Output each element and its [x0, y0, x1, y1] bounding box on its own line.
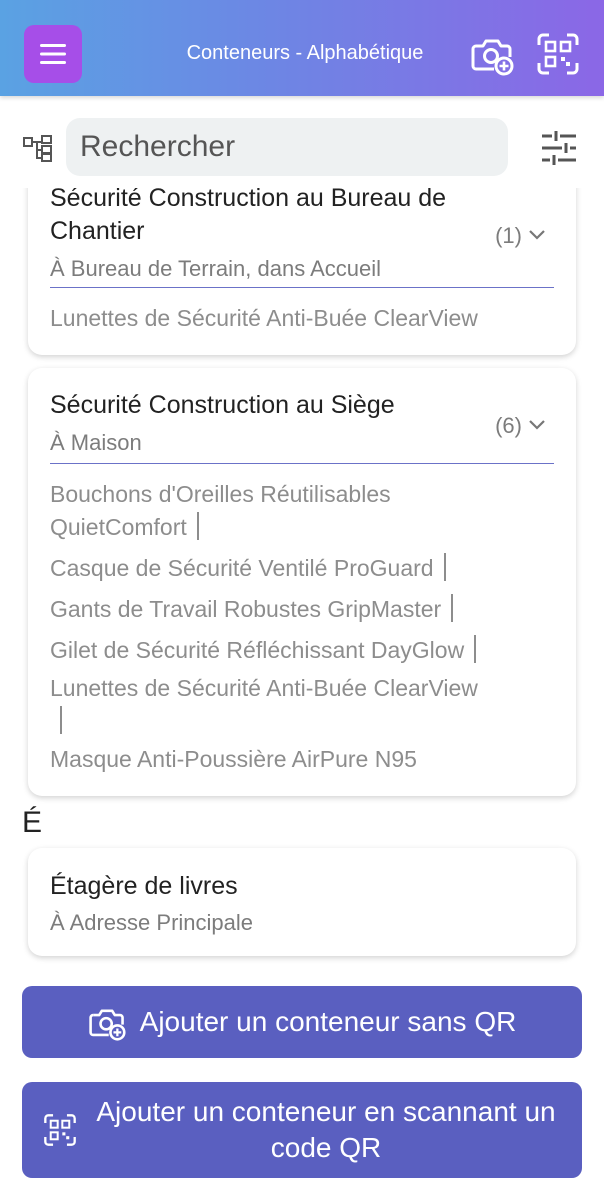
- list-item[interactable]: Lunettes de Sécurité Anti-Buée ClearView: [50, 302, 550, 335]
- item-separator: [196, 512, 199, 540]
- container-card[interactable]: Sécurité Construction au Bureau de Chant…: [28, 188, 576, 355]
- chevron-down-icon[interactable]: [528, 229, 546, 241]
- item-separator: [443, 553, 446, 581]
- list-item[interactable]: Gilet de Sécurité Réfléchissant DayGlow: [50, 634, 550, 667]
- section-header: É: [22, 806, 43, 839]
- item-separator: [474, 635, 477, 663]
- list-item[interactable]: Casque de Sécurité Ventilé ProGuard: [50, 552, 550, 585]
- app-header: Conteneurs - Alphabétique: [0, 0, 604, 96]
- container-title: Sécurité Construction au Siège: [50, 391, 395, 419]
- page-title: Conteneurs - Alphabétique: [186, 42, 424, 64]
- container-list[interactable]: Sécurité Construction au Bureau de Chant…: [0, 188, 604, 1198]
- menu-icon: [40, 44, 66, 64]
- hierarchy-icon[interactable]: [22, 134, 54, 162]
- container-location: À Adresse Principale: [50, 910, 253, 935]
- list-item[interactable]: Lunettes de Sécurité Anti-Buée ClearView: [50, 672, 546, 738]
- container-title: Sécurité Construction au Bureau de Chant…: [50, 188, 447, 245]
- list-item[interactable]: Bouchons d'Oreilles Réutilisables QuietC…: [50, 478, 470, 544]
- divider: [50, 463, 554, 464]
- container-card[interactable]: Étagère de livres À Adresse Principale: [28, 848, 576, 956]
- menu-button[interactable]: [24, 25, 82, 83]
- search-input[interactable]: [66, 118, 508, 176]
- add-container-without-qr-button[interactable]: Ajouter un conteneur sans QR: [22, 986, 582, 1058]
- filter-settings-icon[interactable]: [540, 130, 578, 166]
- qr-scan-icon: [44, 1114, 76, 1146]
- chevron-down-icon[interactable]: [528, 419, 546, 431]
- container-title: Étagère de livres: [50, 872, 238, 900]
- container-location: À Bureau de Terrain, dans Accueil: [50, 256, 382, 281]
- list-item[interactable]: Masque Anti-Poussière AirPure N95: [50, 743, 550, 776]
- add-container-with-qr-button[interactable]: Ajouter un conteneur en scannant un code…: [22, 1082, 582, 1178]
- list-item[interactable]: Gants de Travail Robustes GripMaster: [50, 593, 550, 626]
- camera-add-icon[interactable]: [470, 32, 514, 76]
- container-location: À Maison: [50, 430, 142, 455]
- item-count: (6): [495, 413, 522, 438]
- divider: [50, 287, 554, 288]
- item-separator: [451, 594, 454, 622]
- container-card[interactable]: Sécurité Construction au Siège (6) À Mai…: [28, 368, 576, 796]
- qr-scan-icon[interactable]: [536, 32, 580, 76]
- button-label: Ajouter un conteneur en scannant un code…: [96, 1096, 556, 1163]
- camera-add-icon: [88, 1009, 126, 1041]
- item-separator: [60, 706, 62, 734]
- button-label: Ajouter un conteneur sans QR: [139, 1006, 517, 1037]
- item-count: (1): [495, 223, 522, 248]
